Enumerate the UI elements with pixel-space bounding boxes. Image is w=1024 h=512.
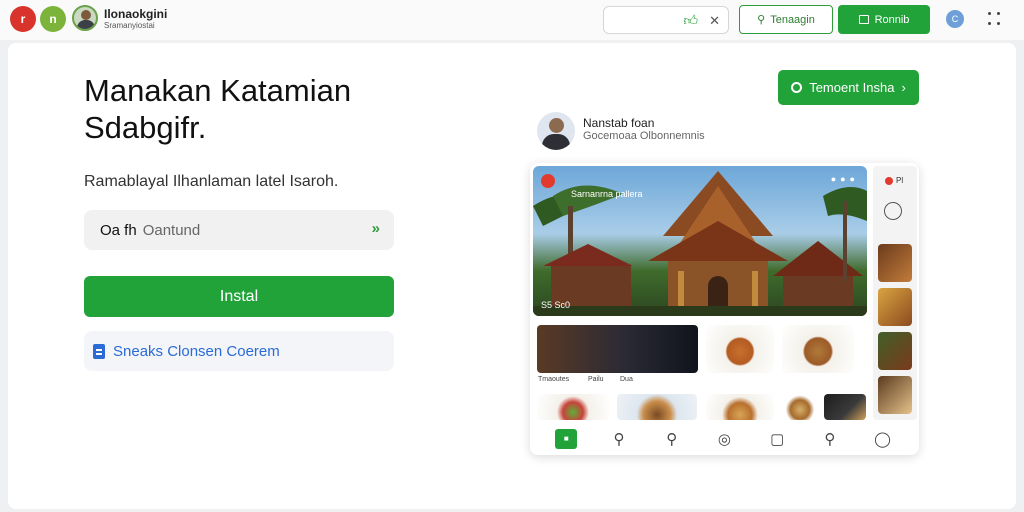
video-thumbnail[interactable] xyxy=(537,325,698,373)
try-button-label: Temoent Insha xyxy=(809,80,895,95)
thumbnail-caption: Pailu xyxy=(588,376,604,383)
chevron-right-icon[interactable]: » xyxy=(372,220,380,237)
profile-name: Nanstab foan xyxy=(583,116,655,130)
page-title-line-2: Sdabgifr. xyxy=(84,110,207,145)
side-food-image[interactable] xyxy=(878,288,912,326)
thumbnail-caption: Tmaoutes xyxy=(538,376,570,383)
food-thumbnail[interactable] xyxy=(706,325,774,373)
side-badge[interactable]: Pl xyxy=(885,176,903,185)
side-food-image[interactable] xyxy=(878,376,912,414)
thumbs-up-icon[interactable]: 👍︎ xyxy=(683,12,698,29)
compass-icon[interactable]: ◎ xyxy=(713,430,735,448)
more-options-icon[interactable] xyxy=(988,12,1002,26)
food-thumbnail[interactable] xyxy=(706,394,774,420)
search-icon[interactable]: ⚲ xyxy=(608,430,630,448)
chevron-right-icon: › xyxy=(901,80,906,95)
green-app-icon-label: n xyxy=(49,12,57,26)
top-search-input[interactable]: 👍︎ ✕ xyxy=(603,6,729,34)
app-subtitle: Sramanyiostai xyxy=(104,21,155,30)
search-icon[interactable]: ⚲ xyxy=(661,430,683,448)
avatar-head xyxy=(81,10,91,20)
side-panel: Pl xyxy=(873,166,917,420)
red-app-icon[interactable]: r xyxy=(10,6,36,32)
square-icon[interactable]: ▢ xyxy=(766,430,788,448)
search-outline-button[interactable]: ⚲ Tenaagin xyxy=(739,5,833,34)
home-icon[interactable]: ■ xyxy=(555,429,578,449)
close-icon[interactable]: ✕ xyxy=(709,13,720,29)
page-title-line-1: Manakan Katamian xyxy=(84,73,352,108)
document-icon xyxy=(93,343,105,359)
red-app-icon-label: r xyxy=(20,12,26,26)
top-bar: r n Ilonaokgini Sramanyiostai 👍︎ ✕ ⚲ Ten… xyxy=(0,0,1024,40)
account-avatar[interactable] xyxy=(72,5,98,31)
side-badge-label: Pl xyxy=(896,176,904,185)
primary-header-button[interactable]: Ronnib xyxy=(838,5,930,34)
food-thumbnail[interactable] xyxy=(824,394,866,420)
hero-title: Sarnanrna pallera xyxy=(571,189,643,199)
location-input-placeholder: Oantund xyxy=(142,221,201,239)
food-thumbnail[interactable] xyxy=(782,325,854,373)
page-subtitle: Ramablayal Ilhanlaman latel Isaroh. xyxy=(84,173,339,190)
location-input[interactable]: Oa fh Oantund » xyxy=(84,210,394,250)
circle-icon xyxy=(791,82,803,93)
primary-header-button-label: Ronnib xyxy=(874,13,910,26)
app-preview: Sarnanrna pallera ●●● S5 Sc0 Pl Tmaoutes… xyxy=(530,163,919,455)
profile-subtitle: Gocemoaa Olbonnemnis xyxy=(583,130,705,142)
side-food-image[interactable] xyxy=(878,332,912,370)
location-input-value: Oa fh xyxy=(100,221,137,239)
profile-avatar-body xyxy=(542,134,570,150)
bottom-navigation: ■ ⚲ ⚲ ◎ ▢ ⚲ ◯ xyxy=(530,423,919,455)
window-icon xyxy=(858,15,869,24)
food-thumbnail[interactable] xyxy=(537,394,609,420)
pin-icon[interactable]: ⚲ xyxy=(819,430,841,448)
record-icon[interactable] xyxy=(541,174,555,188)
install-button[interactable]: Instal xyxy=(84,276,394,317)
try-button[interactable]: Temoent Insha › xyxy=(778,70,919,105)
hero-controls-icon[interactable]: ●●● xyxy=(831,174,859,184)
side-food-image[interactable] xyxy=(878,244,912,282)
thumbnail-caption: Dua xyxy=(620,376,633,383)
search-outline-button-label: Tenaagin xyxy=(770,13,815,26)
green-app-icon[interactable]: n xyxy=(40,6,66,32)
clock-icon[interactable] xyxy=(884,202,902,220)
avatar-body xyxy=(77,20,95,29)
user-badge-initial: C xyxy=(951,14,959,24)
page-title: Manakan Katamian Sdabgifr. xyxy=(84,72,444,146)
profile-icon[interactable]: ◯ xyxy=(872,430,894,448)
profile-avatar-head xyxy=(549,118,564,133)
search-icon: ⚲ xyxy=(757,14,766,26)
user-badge[interactable]: C xyxy=(946,10,964,28)
food-thumbnail[interactable] xyxy=(782,394,818,420)
secondary-link[interactable]: Sneaks Clonsen Coerem xyxy=(84,331,394,371)
profile-avatar[interactable] xyxy=(537,112,575,150)
app-name: Ilonaokgini xyxy=(104,7,168,21)
secondary-link-label: Sneaks Clonsen Coerem xyxy=(113,342,280,360)
food-thumbnail[interactable] xyxy=(617,394,697,420)
hero-caption: S5 Sc0 xyxy=(541,300,571,310)
hero-image: Sarnanrna pallera ●●● S5 Sc0 xyxy=(533,166,867,316)
